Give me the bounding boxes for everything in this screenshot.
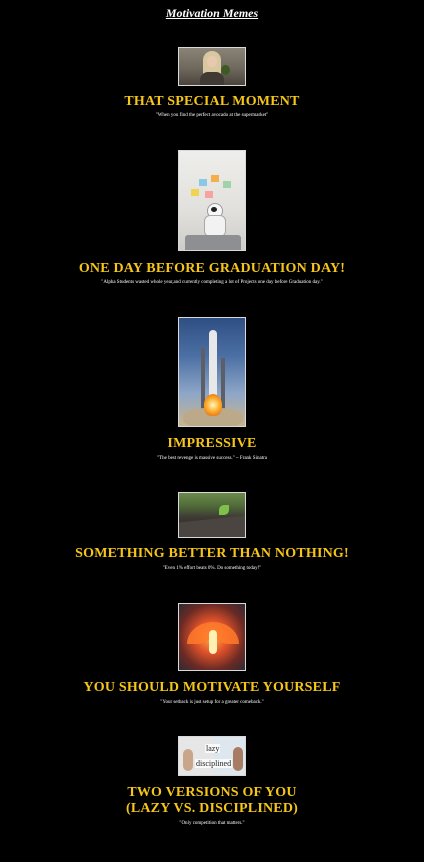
meme-heading: IMPRESSIVE	[167, 436, 257, 451]
meme-heading: SOMETHING BETTER THAN NOTHING!	[75, 546, 349, 561]
meme-card: SOMETHING BETTER THAN NOTHING! "Even 1% …	[0, 492, 424, 572]
meme-heading-line2: (LAZY VS. DISCIPLINED)	[125, 801, 299, 816]
image-label-disciplined: disciplined	[195, 759, 233, 768]
meme-heading: YOU SHOULD MOTIVATE YOURSELF	[83, 680, 341, 695]
meme-heading: TWO VERSIONS OF YOU (LAZY VS. DISCIPLINE…	[0, 785, 424, 817]
meme-quote: "Your setback is just setup for a greate…	[160, 700, 264, 705]
meme-card: YOU SHOULD MOTIVATE YOURSELF "Your setba…	[0, 603, 424, 706]
meme-card: ONE DAY BEFORE GRADUATION DAY! "Alpha St…	[0, 150, 424, 286]
robot-at-laptop-image	[178, 150, 246, 251]
meme-card: lazy disciplined TWO VERSIONS OF YOU (LA…	[0, 736, 424, 827]
meme-heading: ONE DAY BEFORE GRADUATION DAY!	[78, 261, 346, 276]
meme-heading: THAT SPECIAL MOMENT	[124, 94, 300, 109]
meme-quote: "Alpha Students wasted whole year,and cu…	[101, 280, 323, 285]
lazy-vs-disciplined-image: lazy disciplined	[178, 736, 246, 776]
image-label-lazy: lazy	[205, 744, 221, 753]
meme-quote: "The best revenge is massive success." ~…	[157, 456, 267, 461]
page-title: Motivation Memes	[165, 6, 259, 20]
girl-with-avocado-image	[178, 47, 246, 86]
phoenix-image	[178, 603, 246, 671]
meme-quote: "Even 1% effort beats 0%. Do something t…	[162, 566, 262, 571]
meme-heading-line1: TWO VERSIONS OF YOU	[127, 785, 297, 800]
meme-card: THAT SPECIAL MOMENT "When you find the p…	[0, 47, 424, 119]
rocket-launch-image	[178, 317, 246, 427]
meme-card: IMPRESSIVE "The best revenge is massive …	[0, 317, 424, 462]
plant-sprout-image	[178, 492, 246, 538]
meme-quote: "When you find the perfect avocado at th…	[155, 113, 269, 118]
meme-quote: "Only competition that matters."	[179, 821, 245, 826]
